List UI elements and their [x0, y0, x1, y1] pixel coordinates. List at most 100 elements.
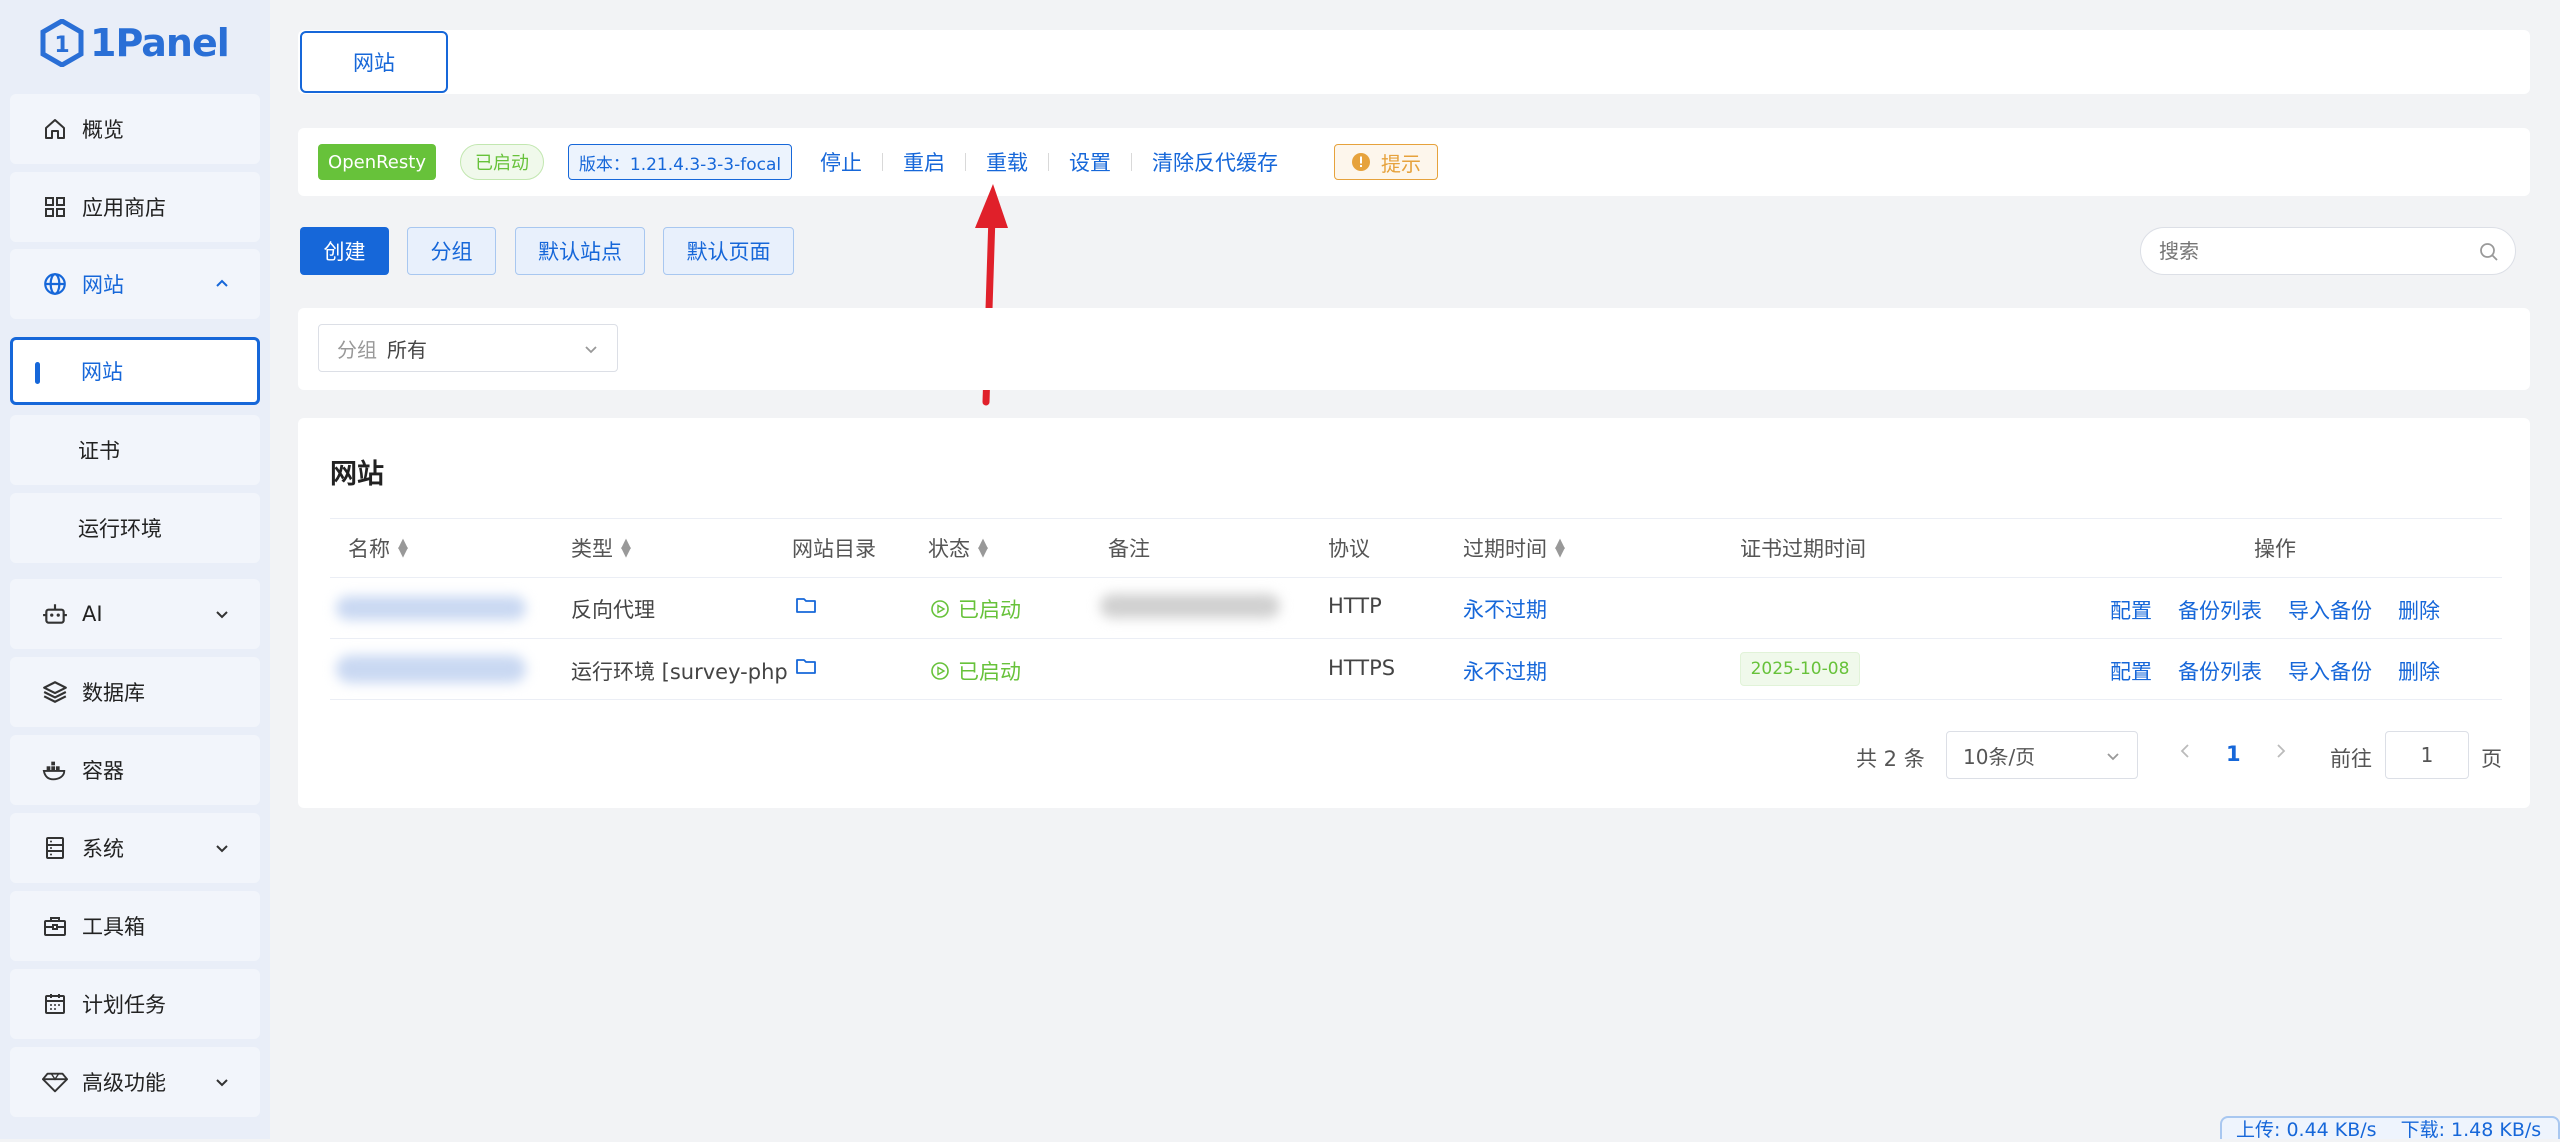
diamond-icon: [42, 1069, 68, 1095]
column-header-actions: 操作: [2254, 533, 2296, 563]
sidebar-item-database[interactable]: 数据库: [10, 657, 260, 727]
filter-value: 所有: [387, 337, 427, 362]
backup-list-link[interactable]: 备份列表: [2178, 595, 2262, 625]
column-header-remark: 备注: [1108, 533, 1150, 563]
status-badge: 已启动: [460, 144, 544, 180]
restart-button[interactable]: 重启: [903, 147, 945, 177]
sidebar-item-ai[interactable]: AI: [10, 579, 260, 649]
column-header-cert-expire: 证书过期时间: [1740, 533, 1866, 563]
folder-icon[interactable]: [796, 657, 816, 675]
protocol-cell: HTTPS: [1328, 656, 1396, 680]
import-backup-link[interactable]: 导入备份: [2288, 595, 2372, 625]
sort-icon[interactable]: ▲ ▼: [398, 537, 408, 559]
sidebar-item-label: 网站: [81, 360, 123, 384]
sidebar-item-label: 系统: [82, 837, 124, 861]
redacted-site-name[interactable]: [336, 655, 526, 683]
tip-button[interactable]: 提示: [1334, 144, 1438, 180]
create-button[interactable]: 创建: [300, 227, 389, 275]
page-size-value: 10条/页: [1963, 744, 2036, 769]
backup-list-link[interactable]: 备份列表: [2178, 656, 2262, 686]
sidebar-item-label: 数据库: [82, 681, 145, 705]
sidebar-item-label: AI: [82, 602, 103, 626]
sidebar: 1 1Panel 概览 应用商店 网站 网站 证书 运行环境 AI 数据库 容器…: [0, 0, 270, 1139]
chevron-down-icon: [2107, 753, 2119, 761]
page-number-current[interactable]: 1: [2226, 742, 2241, 766]
sidebar-item-overview[interactable]: 概览: [10, 94, 260, 164]
expire-cell[interactable]: 永不过期: [1463, 656, 1547, 686]
sidebar-item-label: 应用商店: [82, 196, 166, 220]
play-circle-icon: [931, 600, 949, 618]
column-header-name[interactable]: 名称 ▲ ▼: [348, 533, 408, 563]
status-cell[interactable]: 已启动: [930, 656, 1021, 686]
redacted-site-name[interactable]: [336, 596, 526, 620]
page-size-select[interactable]: 10条/页: [1946, 731, 2138, 779]
search-icon[interactable]: [2479, 242, 2499, 262]
config-link[interactable]: 配置: [2110, 595, 2152, 625]
next-page-button[interactable]: [2274, 743, 2288, 759]
column-header-expire[interactable]: 过期时间 ▲ ▼: [1463, 533, 1565, 563]
app-name-badge: OpenResty: [318, 144, 436, 180]
column-label: 协议: [1328, 537, 1370, 561]
sidebar-item-website-group[interactable]: 网站: [10, 249, 260, 319]
sidebar-item-toolbox[interactable]: 工具箱: [10, 891, 260, 961]
config-link[interactable]: 配置: [2110, 656, 2152, 686]
divider: [330, 577, 2502, 578]
folder-icon[interactable]: [796, 596, 816, 614]
sidebar-item-certificates[interactable]: 证书: [10, 415, 260, 485]
goto-label: 前往: [2330, 747, 2372, 771]
delete-link[interactable]: 删除: [2398, 656, 2440, 686]
download-speed: 下载: 1.48 KB/s: [2400, 1119, 2542, 1141]
upload-speed: 上传: 0.44 KB/s: [2236, 1119, 2377, 1141]
grid-icon: [42, 194, 68, 220]
divider: [882, 153, 883, 171]
home-icon: [42, 116, 68, 142]
delete-link[interactable]: 删除: [2398, 595, 2440, 625]
sidebar-item-runtime[interactable]: 运行环境: [10, 493, 260, 563]
reload-button[interactable]: 重载: [986, 147, 1028, 177]
sidebar-item-system[interactable]: 系统: [10, 813, 260, 883]
column-header-type[interactable]: 类型 ▲ ▼: [571, 533, 631, 563]
type-cell: 反向代理: [571, 598, 655, 622]
sidebar-item-cronjobs[interactable]: 计划任务: [10, 969, 260, 1039]
status-label: 已启动: [958, 598, 1021, 622]
sort-icon[interactable]: ▲ ▼: [1555, 537, 1565, 559]
robot-icon: [42, 601, 68, 627]
sidebar-item-advanced[interactable]: 高级功能: [10, 1047, 260, 1117]
chevron-right-icon: [2277, 744, 2286, 758]
column-label: 网站目录: [792, 537, 876, 561]
search-input[interactable]: [2157, 238, 2461, 264]
stop-button[interactable]: 停止: [820, 147, 862, 177]
sort-icon[interactable]: ▲ ▼: [621, 537, 631, 559]
default-site-button[interactable]: 默认站点: [515, 227, 645, 275]
sort-icon[interactable]: ▲ ▼: [978, 537, 988, 559]
chevron-down-icon: [214, 837, 230, 861]
redacted-remark: [1100, 594, 1280, 618]
docker-icon: [42, 757, 68, 783]
status-cell[interactable]: 已启动: [930, 594, 1021, 624]
prev-page-button[interactable]: [2178, 743, 2192, 759]
goto-page-input[interactable]: 1: [2385, 731, 2469, 779]
version-badge: 版本：1.21.4.3-3-3-focal: [568, 144, 792, 180]
toolbox-icon: [42, 913, 68, 939]
group-button[interactable]: 分组: [407, 227, 496, 275]
import-backup-link[interactable]: 导入备份: [2288, 656, 2372, 686]
filter-label: 分组: [337, 337, 377, 362]
settings-button[interactable]: 设置: [1069, 147, 1111, 177]
active-indicator: [35, 362, 40, 384]
sidebar-item-website[interactable]: 网站: [10, 337, 260, 405]
clear-proxy-cache-button[interactable]: 清除反代缓存: [1152, 147, 1278, 177]
tip-label: 提示: [1381, 151, 1421, 176]
divider: [965, 153, 966, 171]
group-filter-select[interactable]: 分组 所有: [318, 324, 618, 372]
sidebar-item-label: 网站: [82, 273, 124, 297]
divider: [330, 699, 2502, 700]
app-logo[interactable]: 1 1Panel: [40, 16, 230, 70]
tab-website[interactable]: 网站: [300, 31, 448, 93]
column-header-status[interactable]: 状态 ▲ ▼: [928, 533, 988, 563]
expire-cell[interactable]: 永不过期: [1463, 594, 1547, 624]
sidebar-item-containers[interactable]: 容器: [10, 735, 260, 805]
search-box[interactable]: [2140, 227, 2516, 275]
sidebar-item-appstore[interactable]: 应用商店: [10, 172, 260, 242]
default-page-button[interactable]: 默认页面: [663, 227, 794, 275]
divider: [330, 518, 2502, 519]
